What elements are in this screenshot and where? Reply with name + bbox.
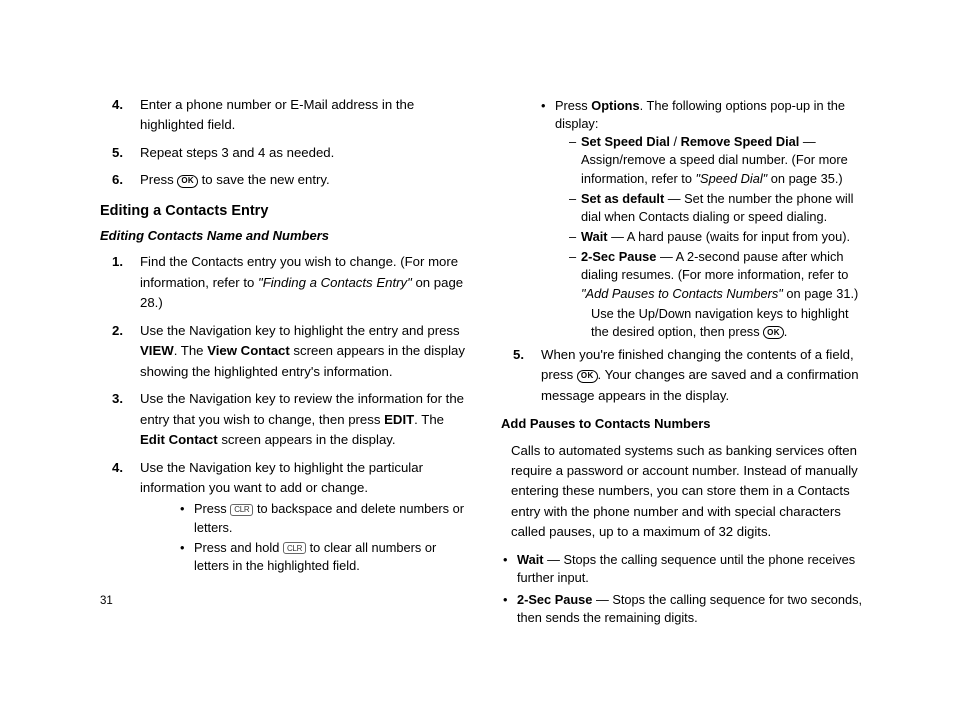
options-item: Press Options. The following options pop… bbox=[541, 97, 868, 341]
text: Press bbox=[194, 501, 230, 516]
step-prefix: Press bbox=[140, 172, 177, 187]
bold: Set as default bbox=[581, 191, 664, 206]
pauses-paragraph: Calls to automated systems such as banki… bbox=[501, 441, 868, 543]
text: Use the Navigation key to highlight the … bbox=[140, 323, 460, 338]
bold: View Contact bbox=[207, 343, 290, 358]
text: Press bbox=[555, 98, 591, 113]
heading-editing-contacts-entry: Editing a Contacts Entry bbox=[100, 200, 467, 222]
ok-icon: OK bbox=[177, 175, 198, 188]
dash-item: 2-Sec Pause — A 2-second pause after whi… bbox=[555, 248, 868, 302]
bold: Set Speed Dial bbox=[581, 134, 670, 149]
clr-icon: CLR bbox=[283, 542, 306, 554]
page-number: 31 bbox=[100, 595, 113, 607]
dash-item: Wait — A hard pause (waits for input fro… bbox=[555, 228, 868, 246]
text: Press and hold bbox=[194, 540, 283, 555]
text: Use the Navigation key to highlight the … bbox=[140, 460, 423, 495]
options-dash-list: Set Speed Dial / Remove Speed Dial — Ass… bbox=[555, 133, 868, 302]
step-number: 4. bbox=[112, 458, 123, 478]
step-body: Repeat steps 3 and 4 as needed. bbox=[140, 145, 334, 160]
step-number: 2. bbox=[112, 321, 123, 341]
text: . bbox=[784, 324, 788, 339]
text: . The bbox=[174, 343, 207, 358]
text: — A hard pause (waits for input from you… bbox=[608, 229, 851, 244]
step-number: 3. bbox=[112, 389, 123, 409]
page: 4. Enter a phone number or E-Mail addres… bbox=[0, 0, 954, 713]
edit-step-4: 4. Use the Navigation key to highlight t… bbox=[100, 458, 467, 576]
pause-bullets: Wait — Stops the calling sequence until … bbox=[501, 551, 868, 628]
heading-add-pauses: Add Pauses to Contacts Numbers bbox=[501, 414, 868, 434]
step-number: 1. bbox=[112, 252, 123, 272]
bold: EDIT bbox=[384, 412, 414, 427]
text: — Stops the calling sequence until the p… bbox=[517, 552, 855, 585]
bold: 2-Sec Pause bbox=[581, 249, 656, 264]
right-column: Press Options. The following options pop… bbox=[501, 95, 868, 631]
bold: Edit Contact bbox=[140, 432, 218, 447]
step-body: Enter a phone number or E-Mail address i… bbox=[140, 97, 414, 132]
step-5: 5. When you're finished changing the con… bbox=[501, 345, 868, 406]
dash-item: Set as default — Set the number the phon… bbox=[555, 190, 868, 226]
pause-2sec: 2-Sec Pause — Stops the calling sequence… bbox=[501, 591, 868, 627]
step-suffix: to save the new entry. bbox=[198, 172, 330, 187]
text: . The bbox=[414, 412, 444, 427]
text: on page 35.) bbox=[767, 171, 842, 186]
sub-bullet: Press CLR to backspace and delete number… bbox=[180, 500, 467, 536]
step-5: 5. Repeat steps 3 and 4 as needed. bbox=[100, 143, 467, 163]
edit-step-3: 3. Use the Navigation key to review the … bbox=[100, 389, 467, 450]
step-number: 5. bbox=[112, 143, 123, 163]
left-column: 4. Enter a phone number or E-Mail addres… bbox=[100, 95, 467, 631]
edit-step-2: 2. Use the Navigation key to highlight t… bbox=[100, 321, 467, 382]
bold: VIEW bbox=[140, 343, 174, 358]
step-4: 4. Enter a phone number or E-Mail addres… bbox=[100, 95, 467, 136]
reference: "Speed Dial" bbox=[696, 171, 768, 186]
pause-wait: Wait — Stops the calling sequence until … bbox=[501, 551, 868, 587]
bold: Wait bbox=[581, 229, 608, 244]
intro-steps: 4. Enter a phone number or E-Mail addres… bbox=[100, 95, 467, 191]
heading-editing-name-numbers: Editing Contacts Name and Numbers bbox=[100, 226, 467, 246]
text: / bbox=[670, 134, 681, 149]
bold: Wait bbox=[517, 552, 544, 567]
ok-icon: OK bbox=[763, 326, 784, 339]
note: Use the Up/Down navigation keys to highl… bbox=[555, 305, 868, 341]
sub-bullets: Press CLR to backspace and delete number… bbox=[180, 500, 467, 575]
options-bullet: Press Options. The following options pop… bbox=[541, 97, 868, 341]
text: Use the Up/Down navigation keys to highl… bbox=[591, 306, 849, 339]
bold: 2-Sec Pause bbox=[517, 592, 592, 607]
reference: "Add Pauses to Contacts Numbers" bbox=[581, 286, 783, 301]
step-number: 4. bbox=[112, 95, 123, 115]
sub-bullet: Press and hold CLR to clear all numbers … bbox=[180, 539, 467, 575]
dash-item: Set Speed Dial / Remove Speed Dial — Ass… bbox=[555, 133, 868, 187]
text: screen appears in the display. bbox=[218, 432, 396, 447]
bold: Options bbox=[591, 98, 639, 113]
ok-icon: OK bbox=[577, 370, 598, 383]
edit-steps: 1. Find the Contacts entry you wish to c… bbox=[100, 252, 467, 575]
bold: Remove Speed Dial bbox=[681, 134, 800, 149]
clr-icon: CLR bbox=[230, 504, 253, 516]
step-5-list: 5. When you're finished changing the con… bbox=[501, 345, 868, 406]
text: on page 31.) bbox=[783, 286, 858, 301]
edit-step-1: 1. Find the Contacts entry you wish to c… bbox=[100, 252, 467, 313]
step-number: 6. bbox=[112, 170, 123, 190]
step-number: 5. bbox=[513, 345, 524, 365]
step-6: 6. Press OK to save the new entry. bbox=[100, 170, 467, 190]
reference: "Finding a Contacts Entry" bbox=[258, 275, 412, 290]
columns: 4. Enter a phone number or E-Mail addres… bbox=[100, 95, 874, 631]
